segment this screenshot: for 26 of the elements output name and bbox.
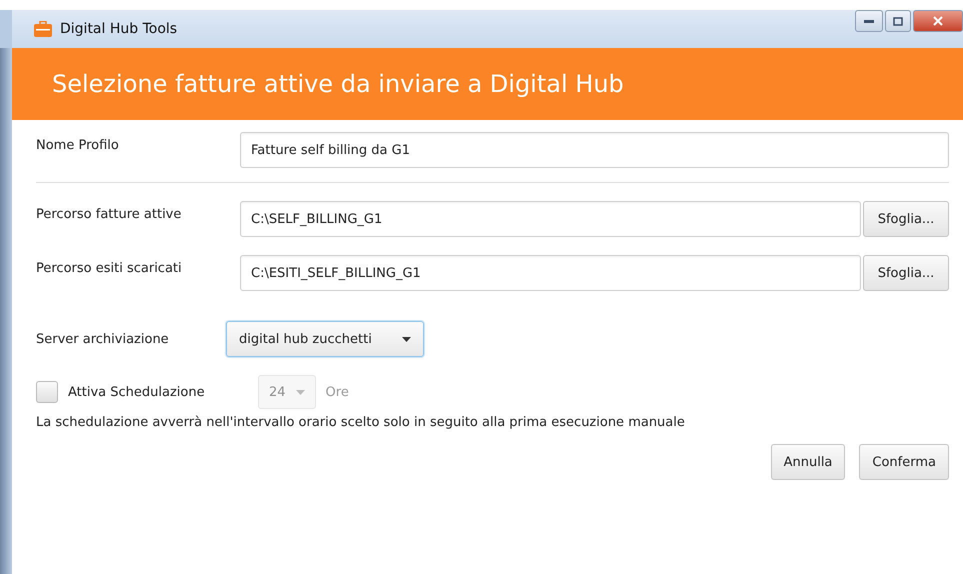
hours-unit: Ore xyxy=(326,384,349,400)
dropdown[interactable]: digital hub zucchetti xyxy=(226,321,424,357)
field-label: Percorso esiti scaricati xyxy=(36,260,183,276)
browse-button[interactable]: Sfoglia... xyxy=(863,201,949,237)
minimize-icon xyxy=(864,20,874,22)
dialog-button[interactable]: Annulla xyxy=(770,444,846,480)
caret-icon xyxy=(402,336,411,342)
close-icon xyxy=(933,16,943,26)
caret-icon xyxy=(296,390,305,394)
checkbox-label: Attiva Schedulazione xyxy=(68,384,206,400)
browse-button[interactable]: Sfoglia... xyxy=(863,255,949,291)
input-field[interactable]: C:\SELF_BILLING_G1 xyxy=(240,201,861,237)
field-label: Nome Profilo xyxy=(36,137,120,153)
dialog-button[interactable]: Conferma xyxy=(859,444,949,480)
maximize-icon xyxy=(893,16,903,26)
minimize-button[interactable] xyxy=(855,10,883,32)
maximize-button[interactable] xyxy=(885,10,911,32)
field-label: Percorso fatture attive xyxy=(36,206,182,222)
briefcase-icon xyxy=(34,21,52,37)
dialog-title: Selezione fatture attive da inviare a Digital Hub xyxy=(52,70,624,98)
field-label: Server archiviazione xyxy=(36,332,170,346)
input-field[interactable]: Fatture self billing da G1 xyxy=(240,132,949,168)
close-button[interactable] xyxy=(913,10,963,32)
input-field[interactable]: C:\ESITI_SELF_BILLING_G1 xyxy=(240,255,861,291)
schedule-note: La schedulazione avverrà nell'intervallo orario scelto solo in seguito alla prima esecuzione manuale xyxy=(36,415,686,430)
window-title: Digital Hub Tools xyxy=(60,21,178,37)
